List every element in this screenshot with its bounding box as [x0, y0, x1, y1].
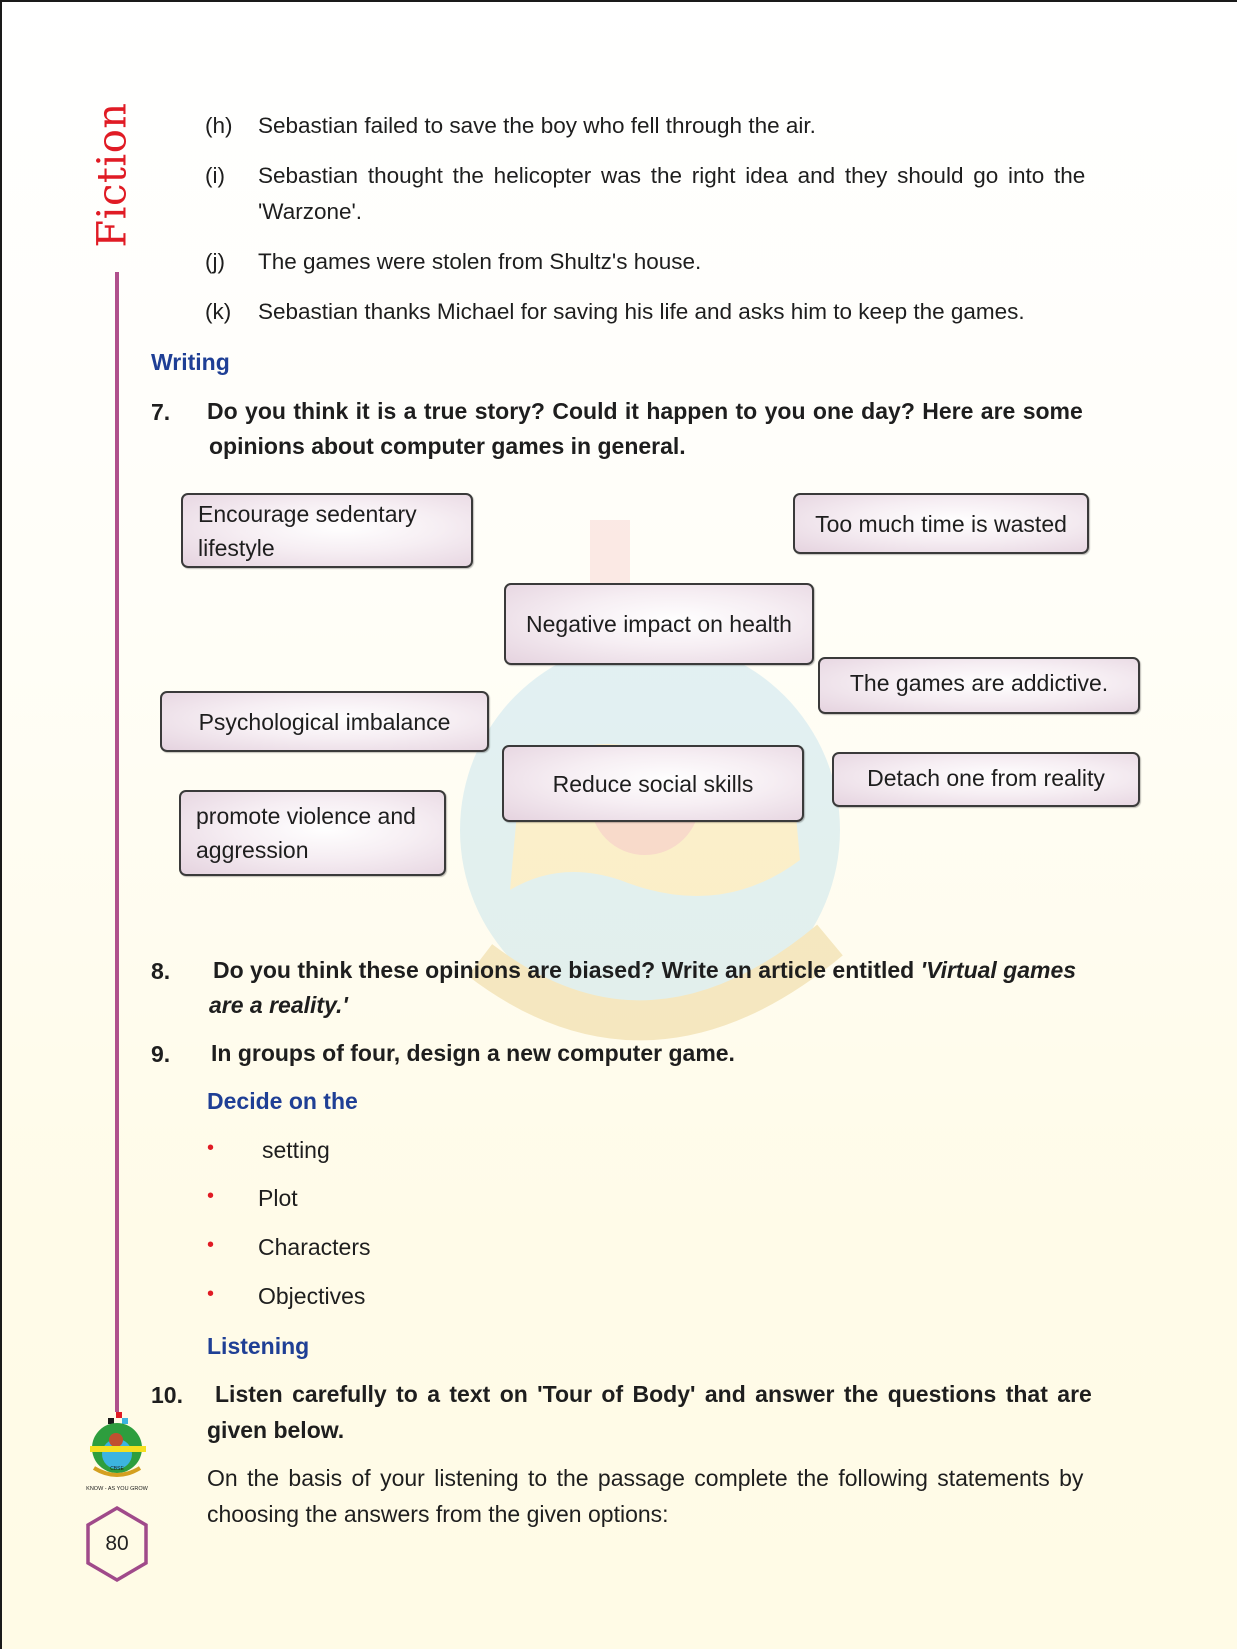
- q8-text-line2: are a reality.': [209, 987, 348, 1023]
- svg-text:CBSE: CBSE: [110, 1466, 124, 1472]
- item-text-i-line2: 'Warzone'.: [258, 199, 363, 224]
- logo-caption: KNOW - AS YOU GROW: [86, 1486, 148, 1492]
- opinion-box-violence: promote violence and aggression: [179, 790, 446, 876]
- opinion-box-sedentary: Encourage sedentary lifestyle: [181, 493, 473, 568]
- opinion-text: aggression: [196, 837, 309, 863]
- instruction-line2: choosing the answers from the given opti…: [207, 1501, 669, 1527]
- opinion-text: lifestyle: [198, 534, 275, 561]
- opinion-box-social-skills: Reduce social skills: [502, 745, 804, 822]
- decide-item-setting: setting: [262, 1137, 330, 1163]
- opinion-text: Encourage sedentary: [198, 500, 417, 527]
- q8-article-title-cont: are a reality.': [209, 992, 348, 1018]
- page-number: 80: [105, 1532, 129, 1555]
- opinion-text: The games are addictive.: [849, 670, 1109, 696]
- q7-text-line1: Do you think it is a true story? Could i…: [207, 398, 1083, 424]
- item-label-k: (k): [205, 299, 232, 324]
- section-title-text: Fiction: [90, 102, 137, 248]
- opinion-text: promote violence and: [196, 803, 416, 829]
- listening-heading: Listening: [207, 1333, 310, 1359]
- opinion-text: Psychological imbalance: [198, 708, 451, 735]
- q8-text-plain: Do you think these opinions are biased? …: [213, 957, 921, 983]
- q8-article-title: 'Virtual games: [920, 957, 1077, 983]
- decide-heading: Decide on the: [207, 1088, 358, 1114]
- opinion-text: Negative impact on health: [526, 611, 792, 637]
- item-text-j: The games were stolen from Shultz's hous…: [258, 249, 702, 274]
- page-border-left: [0, 0, 2, 1649]
- opinion-box-health: Negative impact on health: [504, 583, 814, 665]
- bullet-icon: •: [207, 1283, 215, 1305]
- q10-text-line2: given below.: [207, 1417, 345, 1443]
- item-label-h: (h): [205, 113, 233, 138]
- q7-number: 7.: [151, 399, 171, 425]
- item-text-i: Sebastian thought the helicopter was the…: [258, 163, 1086, 188]
- opinion-text: Detach one from reality: [867, 765, 1105, 791]
- bullet-icon: •: [207, 1185, 215, 1207]
- item-text-k: Sebastian thanks Michael for saving his …: [258, 299, 1025, 324]
- instruction-line1: On the basis of your listening to the pa…: [207, 1465, 1084, 1491]
- side-divider-line: [115, 272, 119, 1412]
- opinion-text: Reduce social skills: [552, 770, 754, 797]
- q8-text-line1: Do you think these opinions are biased? …: [213, 952, 1076, 988]
- writing-heading: Writing: [151, 349, 230, 375]
- q8-number: 8.: [151, 958, 171, 984]
- opinion-box-reality: Detach one from reality: [832, 752, 1140, 807]
- page-border-top: [0, 0, 1237, 2]
- bullet-icon: •: [207, 1234, 215, 1256]
- decide-item-characters: Characters: [258, 1234, 371, 1260]
- q9-number: 9.: [151, 1041, 171, 1067]
- q10-number: 10.: [151, 1382, 183, 1408]
- opinion-box-addictive: The games are addictive.: [818, 657, 1140, 714]
- cbse-logo-icon: CBSE KNOW - AS YOU GROW: [86, 1412, 149, 1492]
- q10-text-line1: Listen carefully to a text on 'Tour of B…: [215, 1381, 1092, 1407]
- q9-text: In groups of four, design a new computer…: [211, 1040, 735, 1066]
- q7-text-line2: opinions about computer games in general…: [209, 433, 686, 459]
- opinion-box-psychological: Psychological imbalance: [160, 691, 489, 752]
- item-text-h: Sebastian failed to save the boy who fel…: [258, 113, 816, 138]
- section-title-vertical: Fiction: [88, 102, 138, 248]
- opinion-text: Too much time is wasted: [815, 510, 1067, 537]
- item-label-i: (i): [205, 163, 225, 188]
- bullet-icon: •: [207, 1137, 215, 1159]
- decide-item-plot: Plot: [258, 1185, 298, 1211]
- decide-item-objectives: Objectives: [258, 1283, 366, 1309]
- item-label-j: (j): [205, 249, 225, 274]
- opinion-box-time-wasted: Too much time is wasted: [793, 493, 1089, 554]
